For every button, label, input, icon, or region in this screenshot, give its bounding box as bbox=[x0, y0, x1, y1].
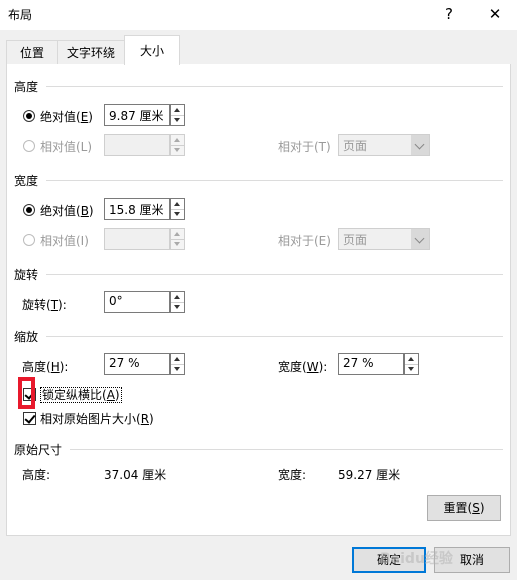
height-absolute-spinner[interactable] bbox=[170, 104, 185, 126]
scale-section-title: 缩放 bbox=[14, 330, 39, 344]
height-absolute-input[interactable]: 9.87 厘米 bbox=[104, 104, 170, 126]
width-relative-spinner[interactable] bbox=[170, 228, 185, 250]
chevron-down-icon[interactable] bbox=[411, 135, 429, 155]
height-relative-spinner[interactable] bbox=[170, 134, 185, 156]
height-section-title: 高度 bbox=[14, 80, 39, 94]
scale-height-label: 高度(H): bbox=[22, 360, 69, 374]
width-absolute-radio[interactable] bbox=[23, 204, 35, 216]
scale-width-input[interactable]: 27 % bbox=[338, 353, 404, 375]
spin-down-icon[interactable] bbox=[171, 115, 184, 125]
chevron-down-icon[interactable] bbox=[411, 229, 429, 249]
width-absolute-spinner[interactable] bbox=[170, 198, 185, 220]
width-section-title: 宽度 bbox=[14, 174, 39, 188]
width-relative-radio[interactable] bbox=[23, 234, 35, 246]
spin-down-icon[interactable] bbox=[171, 239, 184, 249]
spin-down-icon[interactable] bbox=[405, 364, 418, 374]
relative-original-label: 相对原始图片大小(R) bbox=[40, 412, 154, 426]
rotation-section-title: 旋转 bbox=[14, 268, 39, 282]
width-absolute-input[interactable]: 15.8 厘米 bbox=[104, 198, 170, 220]
width-relative-label: 相对值(I) bbox=[40, 234, 89, 248]
original-width-label: 宽度: bbox=[278, 468, 307, 482]
spin-down-icon[interactable] bbox=[171, 145, 184, 155]
scale-width-spinner[interactable] bbox=[404, 353, 419, 375]
spin-down-icon[interactable] bbox=[171, 209, 184, 219]
rotation-input[interactable]: 0° bbox=[104, 291, 170, 313]
height-absolute-label: 绝对值(E) bbox=[40, 110, 93, 124]
lock-aspect-label: 锁定纵横比(A) bbox=[40, 387, 122, 403]
height-relative-to-label: 相对于(T) bbox=[278, 140, 331, 154]
divider bbox=[46, 180, 503, 181]
height-relative-radio[interactable] bbox=[23, 140, 35, 152]
width-relative-to-label: 相对于(E) bbox=[278, 234, 331, 248]
spin-down-icon[interactable] bbox=[171, 364, 184, 374]
original-height-value: 37.04 厘米 bbox=[104, 468, 167, 482]
window-title: 布局 bbox=[8, 8, 33, 22]
checkmark-icon bbox=[24, 412, 36, 424]
divider bbox=[70, 449, 503, 450]
rotation-spinner[interactable] bbox=[170, 291, 185, 313]
scale-height-spinner[interactable] bbox=[170, 353, 185, 375]
rotation-label: 旋转(T): bbox=[22, 298, 67, 312]
height-relative-label: 相对值(L) bbox=[40, 140, 93, 154]
height-relative-input[interactable] bbox=[104, 134, 170, 156]
width-relative-to-select[interactable]: 页面 bbox=[338, 228, 430, 250]
divider bbox=[46, 336, 503, 337]
size-panel bbox=[6, 64, 511, 536]
relative-original-checkbox[interactable] bbox=[23, 412, 36, 425]
tab-size[interactable]: 大小 bbox=[124, 35, 180, 65]
select-value: 页面 bbox=[343, 233, 368, 247]
original-width-value: 59.27 厘米 bbox=[338, 468, 401, 482]
select-value: 页面 bbox=[343, 139, 368, 153]
close-button[interactable]: ✕ bbox=[480, 0, 510, 28]
divider bbox=[46, 86, 503, 87]
tab-position[interactable]: 位置 bbox=[6, 40, 58, 64]
scale-width-label: 宽度(W): bbox=[278, 360, 328, 374]
width-absolute-label: 绝对值(B) bbox=[40, 204, 94, 218]
watermark-logo: Baidu经验 bbox=[380, 551, 453, 567]
width-relative-input[interactable] bbox=[104, 228, 170, 250]
tab-text-wrapping[interactable]: 文字环绕 bbox=[57, 40, 125, 64]
highlight-annotation bbox=[18, 377, 35, 409]
scale-height-input[interactable]: 27 % bbox=[104, 353, 170, 375]
reset-button[interactable]: 重置(S) bbox=[427, 495, 501, 521]
original-section-title: 原始尺寸 bbox=[14, 443, 63, 457]
spin-down-icon[interactable] bbox=[171, 302, 184, 312]
divider bbox=[46, 274, 503, 275]
height-absolute-radio[interactable] bbox=[23, 110, 35, 122]
original-height-label: 高度: bbox=[22, 468, 51, 482]
help-button[interactable]: ? bbox=[434, 0, 464, 28]
height-relative-to-select[interactable]: 页面 bbox=[338, 134, 430, 156]
